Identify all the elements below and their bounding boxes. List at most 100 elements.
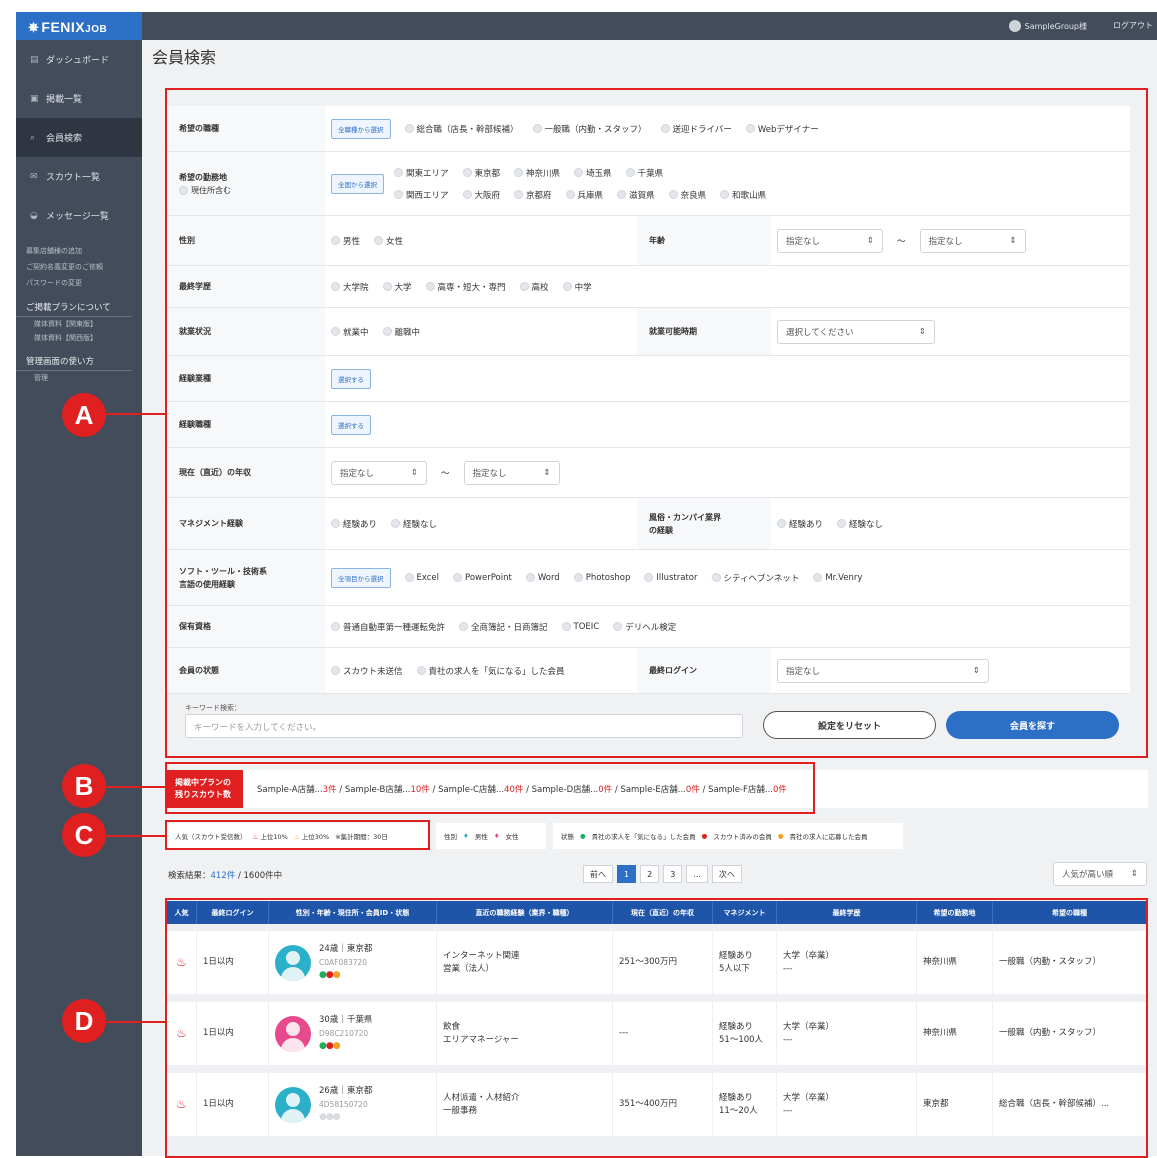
sidebar-item-label: メッセージ一覧 [46, 212, 109, 222]
option-form-soft-opts-3[interactable]: Photoshop [573, 573, 630, 583]
option-form-area-row1-2[interactable]: 神奈川県 [514, 167, 560, 179]
current-address-label: 現住所含む [191, 185, 231, 195]
option-label: 女性 [386, 236, 404, 247]
option-form-area-row2-1[interactable]: 大阪府 [462, 189, 500, 201]
option-form-soft-opts-5[interactable]: シティヘブンネット [711, 572, 799, 584]
option-form-edu-opts-2[interactable]: 高専・短大・専門 [425, 281, 506, 293]
user-menu[interactable]: SampleGroup様 [1008, 20, 1087, 32]
option-form-license-opts-3[interactable]: デリヘル検定 [613, 621, 676, 633]
option-form-area-row2-3[interactable]: 兵庫県 [565, 189, 603, 201]
option-form-soft-opts-2[interactable]: Word [525, 573, 560, 583]
income-cell: 251〜300万円 [613, 931, 713, 994]
keyword-input[interactable]: キーワードを入力してください。 [185, 714, 743, 738]
option-label: 経験なし [849, 519, 884, 530]
option-form-gender-opts-0[interactable]: 男性 [331, 235, 360, 247]
page-button-0[interactable]: 1 [617, 865, 637, 883]
income-from-select[interactable]: 指定なし ⇕ [331, 460, 427, 485]
option-form-edu-opts-0[interactable]: 大学院 [331, 281, 369, 293]
option-form-soft-opts-0[interactable]: Excel [404, 573, 439, 583]
desired-job-cell: 総合職（店長・幹部候補）... [993, 1073, 1147, 1136]
logout-link[interactable]: ログアウト [1113, 20, 1153, 31]
sidebar-link-2[interactable]: パスワードの変更 [16, 275, 142, 291]
option-form-area-row1-3[interactable]: 埼玉県 [574, 167, 612, 179]
current-address-checkbox[interactable]: 現住所含む [179, 184, 313, 197]
option-form-job-opts-3[interactable]: Webデザイナー [745, 123, 819, 135]
availability-select[interactable]: 選択してください ⇕ [777, 319, 935, 344]
select-all-areas-button[interactable]: 全国から選択 [331, 173, 384, 194]
option-form-status-opts-1[interactable]: 貴社の求人を「気になる」した会員 [416, 665, 565, 677]
option-form-area-row1-0[interactable]: 関東エリア [394, 167, 449, 179]
sort-select[interactable]: 人気が高い順 ⇕ [1053, 862, 1147, 886]
table-row[interactable]: ♨ 1日以内 30歳｜千葉県 D98C210720 ●●● 飲食 エリアマネージャー --- 経… [167, 1002, 1147, 1065]
sidebar-item-3[interactable]: ✉ スカウト一覧 [16, 157, 142, 196]
page-button-1[interactable]: 2 [640, 865, 660, 883]
logo[interactable]: ✵ FENIXJOB [16, 12, 142, 40]
option-label: 滋賀県 [629, 190, 655, 201]
option-form-soft-opts-1[interactable]: PowerPoint [453, 573, 512, 583]
option-form-area-row2-6[interactable]: 和歌山県 [720, 189, 766, 201]
option-form-area-row2-4[interactable]: 滋賀県 [617, 189, 655, 201]
table-row[interactable]: ♨ 1日以内 24歳｜東京都 C0AF083720 ●●● インターネット関連 営業（法人）… [167, 931, 1147, 994]
option-form-license-opts-2[interactable]: TOEIC [561, 622, 599, 632]
option-form-area-row2-5[interactable]: 奈良県 [668, 189, 706, 201]
plan-link-0[interactable]: 媒体資料【関東版】 [16, 317, 142, 331]
option-form-edu-opts-4[interactable]: 中学 [562, 281, 592, 293]
option-form-job-opts-2[interactable]: 送迎ドライバー [660, 123, 732, 135]
option-form-edu-opts-3[interactable]: 高校 [519, 281, 549, 293]
sidebar-item-4[interactable]: ◒ メッセージ一覧 [16, 196, 142, 235]
select-job-button[interactable]: 選択する [331, 414, 371, 435]
option-form-soft-opts-6[interactable]: Mr.Venry [813, 573, 862, 583]
row-software: ソフト・ツール・技術系 言語の使用経験 全項目から選択 Excel PowerPoin… [167, 550, 1130, 606]
table-row[interactable]: ♨ 1日以内 26歳｜東京都 4D58150720 ●●● 人材派遣・人材紹介 一般事務 35… [167, 1073, 1147, 1136]
option-form-mgmt-opts-0[interactable]: 経験あり [331, 518, 377, 530]
select-all-jobs-button[interactable]: 全職種から選択 [331, 118, 391, 139]
option-form-area-row1-4[interactable]: 千葉県 [625, 167, 663, 179]
plan-name: Sample-C店舗... [438, 785, 505, 795]
option-form-job-opts-0[interactable]: 総合職（店長・幹部候補） [404, 123, 519, 135]
reset-button[interactable]: 設定をリセット [763, 711, 936, 739]
option-form-area-row1-1[interactable]: 東京都 [462, 167, 500, 179]
option-form-work-opts-0[interactable]: 就業中 [331, 326, 369, 338]
option-form-edu-opts-1[interactable]: 大学 [382, 281, 412, 293]
option-form-license-opts-1[interactable]: 全商簿記・日商簿記 [459, 621, 548, 633]
age-from-select[interactable]: 指定なし ⇕ [777, 228, 883, 253]
sidebar-item-2[interactable]: ⌕ 会員検索 [16, 118, 142, 157]
status-dot-icon: ● [332, 1041, 341, 1051]
option-form-area-row2-2[interactable]: 京都府 [514, 189, 552, 201]
profile-summary: 30歳｜千葉県 [319, 1015, 373, 1025]
next-page-button[interactable]: 次へ [711, 865, 742, 883]
legend-top30: ♨ 上位30% [294, 831, 329, 841]
option-form-fuzoku-opts-0[interactable]: 経験あり [777, 518, 823, 530]
area-label: 希望の勤務地 [179, 172, 227, 182]
page-button-3[interactable]: ... [686, 865, 708, 883]
search-button[interactable]: 会員を探す [946, 711, 1119, 739]
option-form-work-opts-1[interactable]: 離職中 [382, 326, 420, 338]
sidebar-item-0[interactable]: ▤ ダッシュボード [16, 40, 142, 79]
option-form-soft-opts-4[interactable]: Illustrator [644, 573, 698, 583]
page-button-2[interactable]: 3 [663, 865, 683, 883]
option-form-status-opts-0[interactable]: スカウト未送信 [331, 665, 403, 677]
prev-page-button[interactable]: 前へ [583, 865, 613, 883]
sidebar-link-0[interactable]: 募集店舗様の追加 [16, 243, 142, 259]
guide-link-0[interactable]: 管理 [16, 371, 142, 385]
option-form-job-opts-1[interactable]: 一般職（内勤・スタッフ） [532, 123, 647, 135]
option-label: 中学 [574, 282, 592, 293]
option-form-mgmt-opts-1[interactable]: 経験なし [391, 518, 437, 530]
fuzoku-label-line2: の経験 [649, 525, 673, 535]
radio-icon [613, 622, 623, 631]
option-label: 総合職（店長・幹部候補） [416, 124, 519, 135]
option-form-fuzoku-opts-1[interactable]: 経験なし [837, 518, 883, 530]
income-to-select[interactable]: 指定なし ⇕ [463, 460, 560, 485]
last-login-select[interactable]: 指定なし ⇕ [777, 658, 989, 683]
plan-link-1[interactable]: 媒体資料【関西版】 [16, 331, 142, 345]
select-all-software-button[interactable]: 全項目から選択 [331, 567, 391, 588]
sidebar-item-1[interactable]: ▣ 掲載一覧 [16, 79, 142, 118]
age-to-select[interactable]: 指定なし ⇕ [919, 228, 1026, 253]
column-header-5: マネジメント [713, 901, 777, 924]
option-form-area-row2-0[interactable]: 関西エリア [394, 189, 449, 201]
option-form-license-opts-0[interactable]: 普通自動車第一種運転免許 [331, 621, 445, 633]
option-form-gender-opts-1[interactable]: 女性 [374, 235, 403, 247]
column-header-6: 最終学歴 [777, 901, 917, 924]
sidebar-link-1[interactable]: ご契約名義変更のご依頼 [16, 259, 142, 275]
select-industry-button[interactable]: 選択する [331, 368, 371, 389]
